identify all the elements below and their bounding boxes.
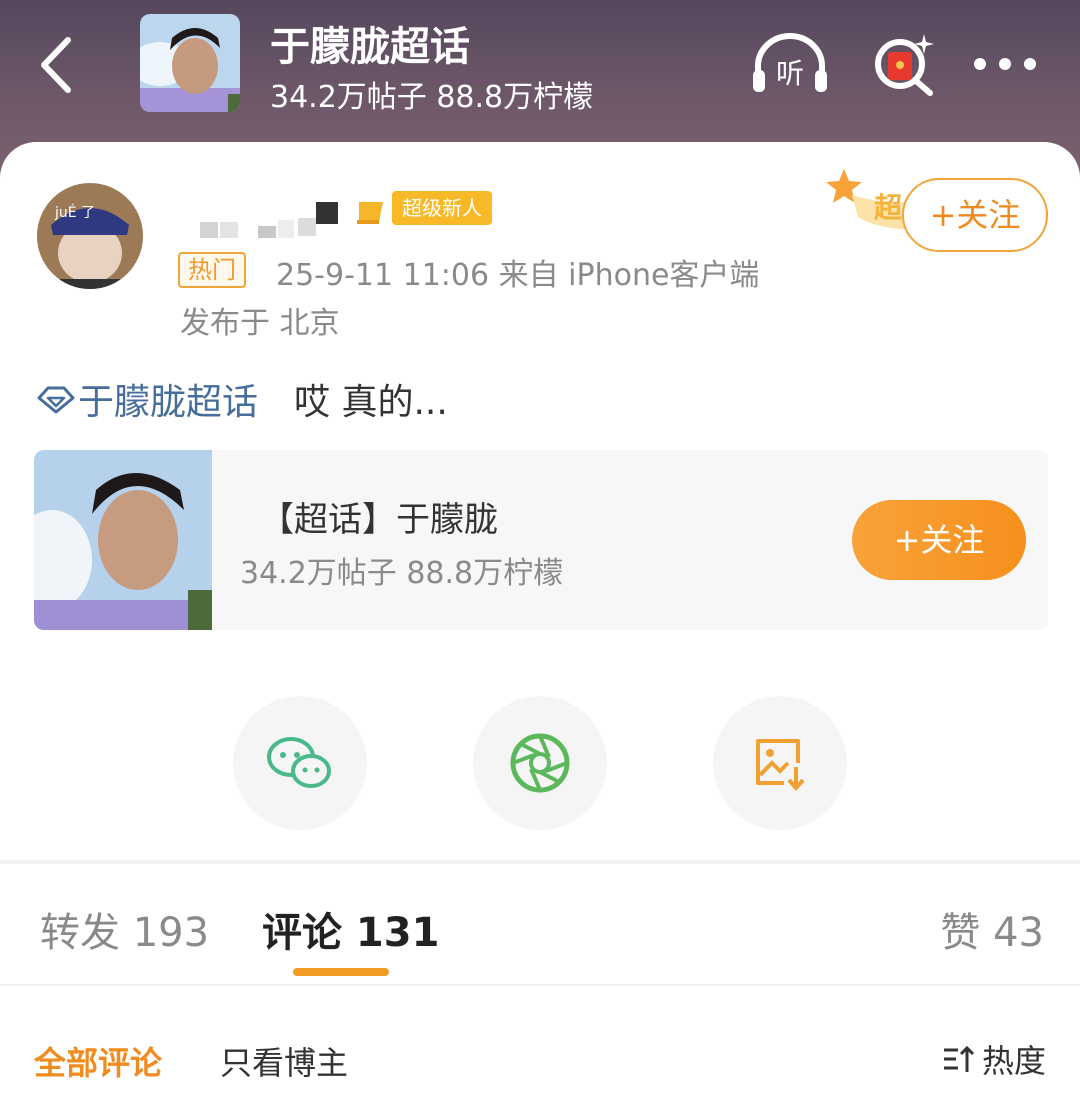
filter-blogger-only[interactable]: 只看博主 — [220, 1038, 348, 1084]
hot-tag: 热门 — [178, 252, 246, 288]
super-topic-card[interactable]: 【超话】于朦胧 34.2万帖子 88.8万柠檬 +关注 — [34, 450, 1048, 630]
listen-button[interactable]: 听 — [750, 32, 830, 98]
divider — [0, 860, 1080, 864]
post-text: 哎 真的... — [294, 382, 448, 423]
share-wechat-button[interactable] — [233, 696, 367, 830]
more-dots-icon — [974, 58, 1036, 70]
tab-like[interactable]: 赞 43 — [940, 900, 1044, 958]
sort-label: 热度 — [981, 1042, 1046, 1080]
moments-aperture-icon — [510, 733, 570, 793]
user-avatar[interactable]: juÉ 了 — [37, 183, 143, 289]
decoration-text: 超 — [874, 191, 903, 224]
portrait-image — [140, 14, 240, 112]
vip-icon — [355, 198, 387, 226]
filter-all-comments[interactable]: 全部评论 — [34, 1038, 162, 1084]
mosaic-blur — [200, 202, 338, 238]
super-topic-cover-image — [34, 450, 212, 630]
post-meta: 25-9-11 11:06 来自 iPhone客户端 — [276, 258, 760, 293]
sort-by-heat-button[interactable]: 热度 — [942, 1036, 1046, 1082]
red-envelope-search-button[interactable] — [868, 30, 938, 96]
tab-forward[interactable]: 转发 193 — [40, 900, 209, 958]
username-masked[interactable] — [198, 200, 343, 240]
super-topic-stats: 34.2万帖子 88.8万柠檬 — [270, 80, 594, 115]
back-arrow-icon — [41, 37, 71, 93]
listen-icon-label: 听 — [776, 57, 804, 90]
save-image-button[interactable] — [713, 696, 847, 830]
follow-user-button[interactable]: +关注 — [902, 178, 1048, 252]
super-topic-avatar[interactable] — [140, 14, 240, 112]
page-title: 于朦胧超话 — [270, 24, 470, 70]
follow-super-topic-button[interactable]: +关注 — [852, 500, 1026, 580]
super-newcomer-badge: 超级新人 — [392, 191, 492, 225]
wechat-icon — [267, 737, 331, 788]
divider — [0, 984, 1080, 986]
save-image-icon — [756, 739, 805, 792]
back-button[interactable] — [30, 30, 90, 100]
super-topic-diamond-icon — [37, 386, 75, 414]
sort-icon — [943, 1045, 975, 1072]
red-envelope-icon — [875, 34, 934, 96]
tab-comment[interactable]: 评论 131 — [262, 900, 439, 958]
active-tab-indicator — [293, 968, 389, 976]
super-topic-link[interactable]: 于朦胧超话 — [78, 373, 258, 425]
super-topic-card-stats: 34.2万帖子 88.8万柠檬 — [240, 556, 564, 591]
post-location: 发布于 北京 — [180, 306, 340, 341]
avatar-sticker-text: juÉ 了 — [54, 204, 95, 221]
super-topic-card-title: 【超话】于朦胧 — [260, 500, 498, 540]
headphone-icon: 听 — [753, 33, 827, 92]
user-avatar-image: juÉ 了 — [37, 183, 143, 289]
more-button[interactable] — [972, 56, 1038, 72]
post-content: 于朦胧超话 哎 真的... — [36, 374, 448, 424]
share-moments-button[interactable] — [473, 696, 607, 830]
